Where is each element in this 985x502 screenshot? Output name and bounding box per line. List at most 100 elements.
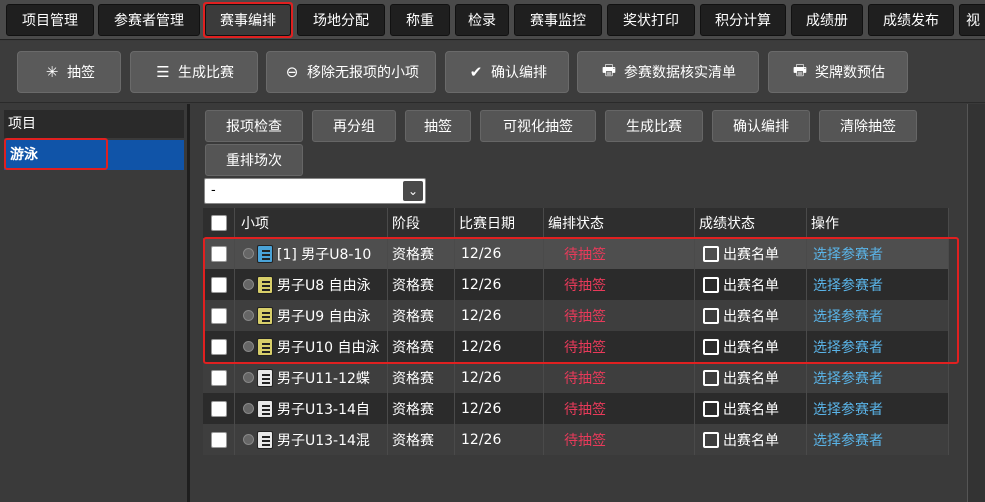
status-dot-icon xyxy=(243,434,254,445)
data-verify-list-label: 参赛数据核实清单 xyxy=(624,65,736,81)
vertical-scrollbar[interactable] xyxy=(967,104,985,502)
header-schedule-status[interactable]: 编排状态 xyxy=(544,208,695,238)
select-participants-link[interactable]: 选择参赛者 xyxy=(807,238,949,269)
tab-overflow[interactable]: 视 xyxy=(959,4,985,36)
table-row[interactable]: 男子U13-14混 资格赛 12/26 待抽签 出赛名单 选择参赛者 xyxy=(203,424,949,455)
row-select-cell xyxy=(203,331,235,362)
row-checkbox[interactable] xyxy=(210,369,227,386)
stage-cell: 资格赛 xyxy=(388,331,455,362)
table-row[interactable]: 男子U8 自由泳 资格赛 12/26 待抽签 出赛名单 选择参赛者 xyxy=(203,269,949,300)
sport-item-swimming[interactable]: 游泳 xyxy=(4,140,184,170)
event-cell: 男子U11-12蝶 xyxy=(235,362,388,393)
result-label: 出赛名单 xyxy=(723,277,779,294)
event-name: 男子U8 自由泳 xyxy=(277,277,371,294)
result-checkbox[interactable] xyxy=(703,276,719,293)
header-date[interactable]: 比赛日期 xyxy=(455,208,544,238)
select-participants-link[interactable]: 选择参赛者 xyxy=(807,331,949,362)
document-icon xyxy=(257,337,273,356)
tab-check-in[interactable]: 检录 xyxy=(455,4,509,36)
row-checkbox[interactable] xyxy=(210,276,227,293)
event-cell: [1] 男子U8-10 xyxy=(235,238,388,269)
result-checkbox[interactable] xyxy=(703,338,719,355)
action-confirm-schedule-button[interactable]: 确认编排 xyxy=(712,110,810,142)
event-filter-select[interactable]: - ⌄ xyxy=(204,178,426,204)
row-checkbox[interactable] xyxy=(210,431,227,448)
result-checkbox[interactable] xyxy=(703,307,719,324)
event-name: 男子U9 自由泳 xyxy=(277,308,371,325)
row-checkbox[interactable] xyxy=(210,338,227,355)
event-name: 男子U13-14混 xyxy=(277,432,370,449)
remove-empty-events-button[interactable]: ⊖ 移除无报项的小项 xyxy=(266,51,436,93)
result-status-cell: 出赛名单 xyxy=(695,424,807,455)
select-participants-link[interactable]: 选择参赛者 xyxy=(807,393,949,424)
stage-cell: 资格赛 xyxy=(388,393,455,424)
tab-venue-allocation[interactable]: 场地分配 xyxy=(297,4,385,36)
generate-match-button[interactable]: ☰ 生成比赛 xyxy=(130,51,258,93)
confirm-schedule-button[interactable]: ✔ 确认编排 xyxy=(445,51,569,93)
tab-result-publish[interactable]: 成绩发布 xyxy=(868,4,954,36)
clear-draw-button[interactable]: 清除抽签 xyxy=(819,110,917,142)
result-checkbox[interactable] xyxy=(703,369,719,386)
reorder-sessions-button[interactable]: 重排场次 xyxy=(205,144,303,176)
result-checkbox[interactable] xyxy=(703,431,719,448)
result-status-cell: 出赛名单 xyxy=(695,238,807,269)
header-stage[interactable]: 阶段 xyxy=(388,208,455,238)
event-cell: 男子U10 自由泳 xyxy=(235,331,388,362)
result-checkbox[interactable] xyxy=(703,245,719,262)
result-checkbox[interactable] xyxy=(703,400,719,417)
select-all-checkbox[interactable] xyxy=(210,215,227,231)
result-label: 出赛名单 xyxy=(723,401,779,418)
row-checkbox[interactable] xyxy=(210,245,227,262)
action-draw-button[interactable]: 抽签 xyxy=(405,110,471,142)
table-row[interactable]: 男子U9 自由泳 资格赛 12/26 待抽签 出赛名单 选择参赛者 xyxy=(203,300,949,331)
tab-certificate-print[interactable]: 奖状打印 xyxy=(607,4,695,36)
printer-icon: 🖶 xyxy=(792,60,808,79)
draw-button[interactable]: ✳ 抽签 xyxy=(17,51,121,93)
select-participants-link[interactable]: 选择参赛者 xyxy=(807,300,949,331)
tab-event-scheduling[interactable]: 赛事编排 xyxy=(205,4,291,36)
result-label: 出赛名单 xyxy=(723,308,779,325)
document-icon xyxy=(257,368,273,387)
table-row[interactable]: 男子U13-14自 资格赛 12/26 待抽签 出赛名单 选择参赛者 xyxy=(203,393,949,424)
schedule-status-cell: 待抽签 xyxy=(544,393,695,424)
result-label: 出赛名单 xyxy=(723,432,779,449)
tab-weighing[interactable]: 称重 xyxy=(390,4,450,36)
medal-estimate-button[interactable]: 🖶 奖牌数预估 xyxy=(768,51,908,93)
printer-icon: 🖶 xyxy=(601,60,617,79)
status-dot-icon xyxy=(243,372,254,383)
date-cell: 12/26 xyxy=(455,238,544,269)
status-dot-icon xyxy=(243,279,254,290)
event-name: 男子U11-12蝶 xyxy=(277,370,370,387)
action-generate-match-button[interactable]: 生成比赛 xyxy=(605,110,703,142)
tab-score-calc[interactable]: 积分计算 xyxy=(700,4,786,36)
row-checkbox[interactable] xyxy=(210,400,227,417)
tab-event-monitoring[interactable]: 赛事监控 xyxy=(514,4,602,36)
date-cell: 12/26 xyxy=(455,393,544,424)
visual-draw-button[interactable]: 可视化抽签 xyxy=(480,110,596,142)
table-row[interactable]: [1] 男子U8-10 资格赛 12/26 待抽签 出赛名单 选择参赛者 xyxy=(203,238,949,269)
left-panel-header: 项目 xyxy=(4,110,184,138)
event-name: 男子U10 自由泳 xyxy=(277,339,380,356)
tab-result-book[interactable]: 成绩册 xyxy=(791,4,863,36)
tab-participant-management[interactable]: 参赛者管理 xyxy=(98,4,200,36)
schedule-status-cell: 待抽签 xyxy=(544,424,695,455)
select-all-cell xyxy=(203,208,235,238)
tab-project-management[interactable]: 项目管理 xyxy=(6,4,94,36)
header-result-status[interactable]: 成绩状态 xyxy=(695,208,807,238)
table-row[interactable]: 男子U11-12蝶 资格赛 12/26 待抽签 出赛名单 选择参赛者 xyxy=(203,362,949,393)
data-verify-list-button[interactable]: 🖶 参赛数据核实清单 xyxy=(577,51,759,93)
select-participants-link[interactable]: 选择参赛者 xyxy=(807,424,949,455)
regroup-button[interactable]: 再分组 xyxy=(312,110,396,142)
date-cell: 12/26 xyxy=(455,362,544,393)
stage-cell: 资格赛 xyxy=(388,300,455,331)
row-select-cell xyxy=(203,393,235,424)
select-participants-link[interactable]: 选择参赛者 xyxy=(807,269,949,300)
row-checkbox[interactable] xyxy=(210,307,227,324)
header-action[interactable]: 操作 xyxy=(807,208,949,238)
status-dot-icon xyxy=(243,248,254,259)
select-participants-link[interactable]: 选择参赛者 xyxy=(807,362,949,393)
entry-check-button[interactable]: 报项检查 xyxy=(205,110,303,142)
header-event[interactable]: 小项 xyxy=(235,208,388,238)
table-row[interactable]: 男子U10 自由泳 资格赛 12/26 待抽签 出赛名单 选择参赛者 xyxy=(203,331,949,362)
schedule-status-cell: 待抽签 xyxy=(544,269,695,300)
